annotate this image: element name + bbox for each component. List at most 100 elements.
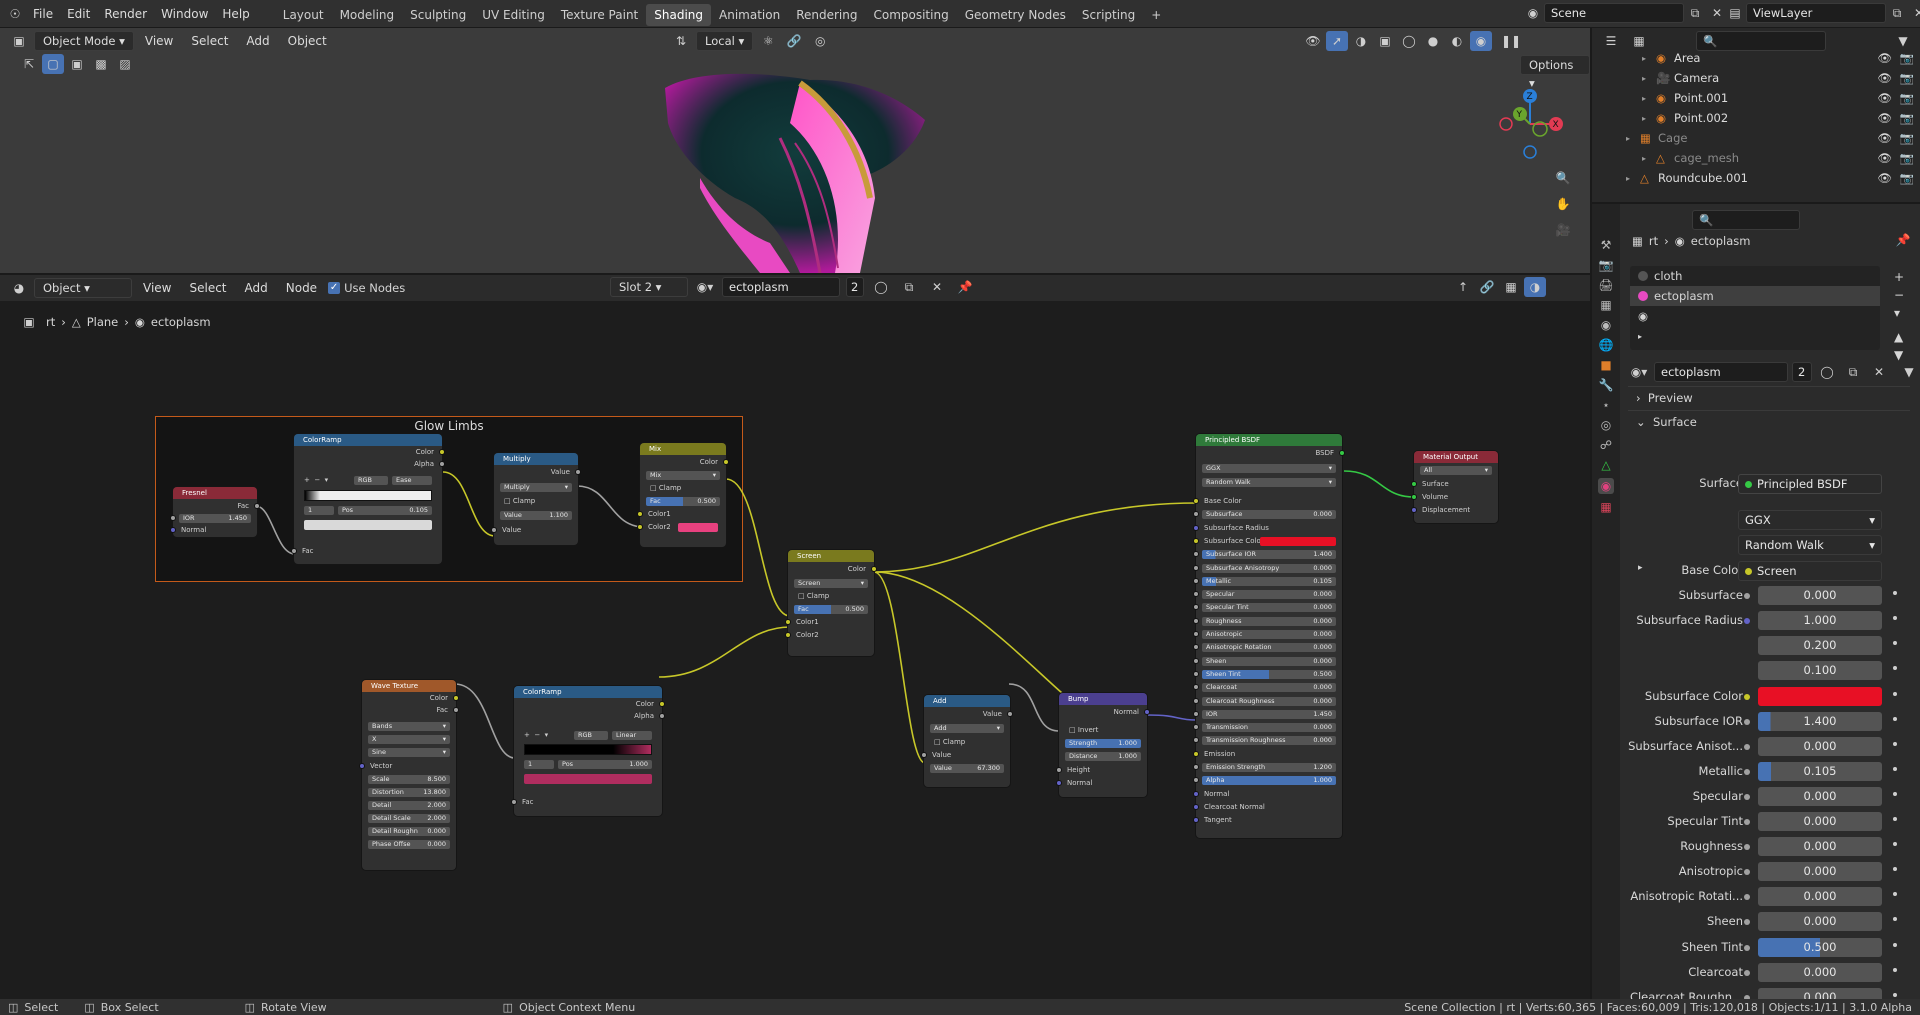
screen-color-socket[interactable]: [871, 566, 877, 572]
bsdf-input-row[interactable]: Transmission 0.000: [1202, 723, 1336, 733]
tool-tab-icon[interactable]: ⚒: [1601, 238, 1612, 252]
keyframe-dot-icon[interactable]: [1893, 967, 1897, 972]
material-duplicate-icon[interactable]: ⧉: [1842, 362, 1864, 382]
expand-arrow-icon[interactable]: ▸: [1626, 174, 1640, 183]
material-slot-list[interactable]: cloth ectoplasm ◉ ▸: [1630, 266, 1880, 350]
mix-color1-socket[interactable]: [637, 511, 643, 517]
colorramp-1-mode[interactable]: RGB: [354, 476, 388, 485]
colorramp-1-color-socket[interactable]: [439, 449, 445, 455]
pin-icon[interactable]: 📌: [954, 277, 976, 297]
fresnel-node[interactable]: Fresnel Fac IOR 1.450 Normal: [170, 487, 260, 537]
add-value-socket[interactable]: [1007, 711, 1013, 717]
bsdf-input-row[interactable]: Subsurface Radius: [1204, 524, 1269, 532]
gizmo-icon[interactable]: ➚: [1326, 31, 1348, 51]
bsdf-input-row[interactable]: Subsurface 0.000: [1202, 510, 1336, 520]
object-tab-icon[interactable]: ■: [1600, 358, 1611, 372]
node-material-name-field[interactable]: ectoplasm: [722, 277, 840, 297]
render-camera-icon[interactable]: 📷: [1900, 91, 1914, 105]
input-socket-icon[interactable]: [1744, 969, 1750, 976]
surface-property-value[interactable]: 0.000: [1758, 962, 1882, 982]
bsdf-input-socket[interactable]: [1193, 777, 1199, 784]
texture-tab-icon[interactable]: ▦: [1600, 500, 1611, 514]
bsdf-input-row[interactable]: Metallic 0.105: [1202, 576, 1336, 586]
keyframe-dot-icon[interactable]: [1893, 942, 1897, 947]
outliner-item[interactable]: ▸ 🎥 Camera 👁 📷: [1592, 68, 1920, 88]
render-camera-icon[interactable]: 📷: [1900, 71, 1914, 85]
bsdf-input-socket[interactable]: [1193, 644, 1199, 651]
colorramp-1-pos-field[interactable]: Pos 0.105: [338, 506, 432, 515]
intersect-select-icon[interactable]: ▨: [114, 54, 136, 74]
tab-layout[interactable]: Layout: [275, 4, 332, 26]
slot-item-cloth[interactable]: cloth: [1630, 266, 1880, 286]
visibility-eye-icon[interactable]: 👁: [1877, 151, 1892, 165]
colorramp-1-fac-socket[interactable]: [291, 548, 297, 554]
colorramp-2-fac-socket[interactable]: [511, 799, 517, 805]
editor-type-icon[interactable]: ▣: [8, 31, 30, 51]
bsdf-input-socket[interactable]: [1193, 737, 1199, 744]
visibility-eye-icon[interactable]: 👁: [1877, 71, 1892, 85]
subsurface-method-dropdown[interactable]: Random Walk ▾: [1738, 535, 1882, 555]
expand-arrow-icon[interactable]: ▸: [1642, 154, 1656, 163]
colorramp-2-index[interactable]: 1: [524, 760, 554, 769]
node-menu-view[interactable]: View: [136, 278, 178, 298]
wireframe-shading-icon[interactable]: ◯: [1398, 31, 1420, 51]
material-link-type-icon[interactable]: ▼: [1898, 362, 1920, 382]
wave-detail-scale-field[interactable]: Detail Scale 2.000: [368, 814, 450, 823]
bsdf-input-row[interactable]: Subsurface IOR 1.400: [1202, 550, 1336, 560]
bump-height-socket[interactable]: [1056, 767, 1062, 773]
fresnel-normal-socket[interactable]: [170, 527, 176, 533]
bsdf-input-row[interactable]: Roughness 0.000: [1202, 616, 1336, 626]
tab-compositing[interactable]: Compositing: [865, 4, 956, 26]
pause-render-icon[interactable]: ❚❚: [1500, 31, 1522, 51]
visibility-eye-icon[interactable]: 👁: [1877, 111, 1892, 125]
fresnel-ior-field[interactable]: IOR 1.450: [179, 514, 251, 523]
rendered-shading-icon[interactable]: ◉: [1470, 31, 1492, 51]
view-layer-field[interactable]: ViewLayer: [1746, 3, 1886, 23]
input-socket-icon[interactable]: [1744, 693, 1750, 700]
constraints-tab-icon[interactable]: ☍: [1600, 438, 1612, 452]
surface-panel-header[interactable]: ⌄ Surface: [1628, 410, 1910, 432]
render-camera-icon[interactable]: 📷: [1900, 131, 1914, 145]
wave-type-dropdown[interactable]: Bands ▾: [368, 722, 450, 731]
snap-icon[interactable]: 🔗: [783, 31, 805, 51]
bsdf-input-socket[interactable]: [1193, 750, 1199, 757]
tab-rendering[interactable]: Rendering: [788, 4, 865, 26]
screen-node[interactable]: Screen Color Screen ▾ □ Clamp Fac 0.500 Co…: [785, 550, 877, 656]
add-math-node[interactable]: Add Value Add ▾ □ Clamp Value Value 67.300: [921, 695, 1013, 787]
render-tab-icon[interactable]: 📷: [1599, 258, 1614, 272]
outliner-item[interactable]: ▸ ◉ Area 👁 📷: [1592, 48, 1920, 68]
screen-color1-socket[interactable]: [785, 619, 791, 625]
menu-file[interactable]: File: [26, 0, 60, 28]
add-input-socket[interactable]: [921, 752, 927, 758]
multiply-clamp-checkbox[interactable]: □ Clamp: [504, 497, 535, 505]
tab-uv-editing[interactable]: UV Editing: [474, 4, 553, 26]
subtract-select-icon[interactable]: ▩: [90, 54, 112, 74]
slot-list-expand-icon[interactable]: ▸: [1638, 332, 1642, 341]
use-nodes-checkbox[interactable]: ✓: [328, 282, 341, 294]
properties-breadcrumb-object[interactable]: rt: [1649, 234, 1658, 248]
bsdf-input-row[interactable]: Subsurface Colo: [1204, 537, 1261, 545]
expand-arrow-icon[interactable]: ▸: [1642, 74, 1656, 83]
visibility-eye-icon[interactable]: 👁: [1877, 131, 1892, 145]
bsdf-input-row[interactable]: Clearcoat 0.000: [1202, 683, 1336, 693]
3d-viewport[interactable]: ▣ Object Mode ▾ View Select Add Object ⇱…: [0, 28, 1590, 273]
mix-fac-field[interactable]: Fac 0.500: [646, 497, 720, 506]
wave-texture-node[interactable]: Wave Texture Color Fac Bands ▾ X ▾ Sine ▾ V…: [359, 680, 459, 870]
object-mode-dropdown[interactable]: Object Mode ▾: [34, 31, 134, 51]
mix-clamp-checkbox[interactable]: □ Clamp: [650, 484, 681, 492]
input-socket-icon[interactable]: [1744, 793, 1750, 800]
surface-property-value[interactable]: 0.000: [1758, 786, 1882, 806]
bump-invert-checkbox[interactable]: □ Invert: [1069, 726, 1098, 734]
surface-property-value[interactable]: 0.000: [1758, 912, 1882, 932]
orientation-icon[interactable]: ⇅: [670, 31, 692, 51]
expand-link-icon[interactable]: ▸: [1638, 563, 1643, 573]
wave-direction-dropdown[interactable]: X ▾: [368, 735, 450, 744]
add-clamp-checkbox[interactable]: □ Clamp: [934, 738, 965, 746]
add-operation-dropdown[interactable]: Add ▾: [930, 724, 1004, 733]
zoom-icon[interactable]: 🔍: [1552, 168, 1574, 188]
preview-panel-header[interactable]: › Preview: [1628, 386, 1910, 408]
surface-shader-selector[interactable]: Principled BSDF: [1738, 474, 1882, 494]
delete-view-layer-icon[interactable]: ✕: [1908, 3, 1920, 23]
orientation-dropdown[interactable]: Local ▾: [696, 31, 754, 51]
bsdf-input-socket[interactable]: [1193, 604, 1199, 611]
